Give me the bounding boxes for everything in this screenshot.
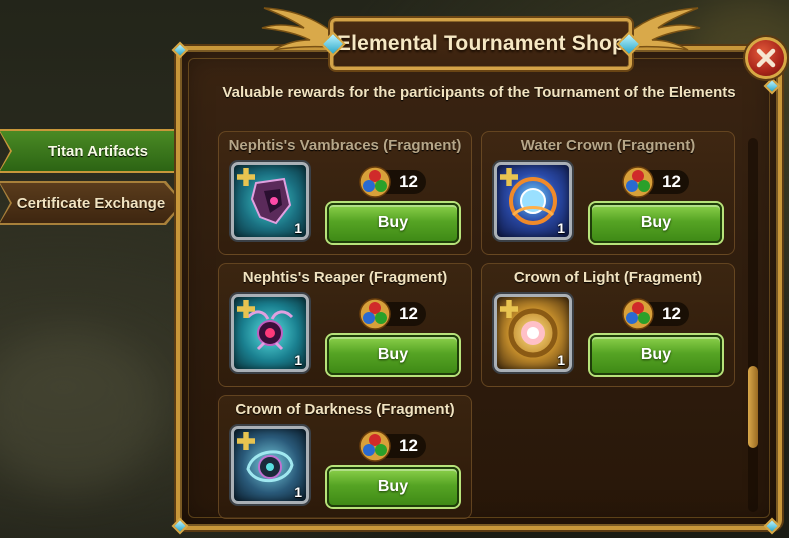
price-value: 12 <box>662 304 681 323</box>
shop-item-card: Water Crown (Fragment) 1 12 Buy <box>481 131 735 255</box>
buy-label: Buy <box>640 346 672 363</box>
item-name: Crown of Light (Fragment) <box>513 269 703 286</box>
scrollbar-track[interactable] <box>748 138 758 512</box>
buy-button[interactable]: Buy <box>327 467 459 507</box>
elemental-currency-icon <box>622 298 654 330</box>
price-value: 12 <box>399 436 418 455</box>
buy-label: Buy <box>640 214 672 231</box>
close-button[interactable] <box>745 37 787 79</box>
buy-button[interactable]: Buy <box>327 335 459 375</box>
item-name: Nephtis's Vambraces (Fragment) <box>228 137 462 154</box>
item-quantity: 1 <box>557 352 565 368</box>
shop-item-card: Crown of Light (Fragment) 1 12 Buy <box>481 263 735 387</box>
buy-button[interactable]: Buy <box>590 335 722 375</box>
price-value: 12 <box>399 304 418 323</box>
buy-button[interactable]: Buy <box>590 203 722 243</box>
item-quantity: 1 <box>557 220 565 236</box>
price-value: 12 <box>399 172 418 191</box>
buy-button[interactable]: Buy <box>327 203 459 243</box>
crown-of-darkness-icon[interactable]: 1 <box>231 426 309 504</box>
tab-certificate-exchange[interactable]: Certificate Exchange <box>0 183 182 223</box>
water-crown-icon[interactable]: 1 <box>494 162 572 240</box>
item-quantity: 1 <box>294 352 302 368</box>
vambraces-icon[interactable]: 1 <box>231 162 309 240</box>
reaper-icon[interactable]: 1 <box>231 294 309 372</box>
item-quantity: 1 <box>294 220 302 236</box>
tab-titan-artifacts[interactable]: Titan Artifacts <box>0 131 196 171</box>
shop-subtitle: Valuable rewards for the participants of… <box>222 84 736 101</box>
crown-of-light-icon[interactable]: 1 <box>494 294 572 372</box>
buy-label: Buy <box>377 478 409 495</box>
item-name: Crown of Darkness (Fragment) <box>235 401 455 418</box>
shop-item-card: Crown of Darkness (Fragment) 1 12 Buy <box>218 395 472 519</box>
price-value: 12 <box>662 172 681 191</box>
elemental-currency-icon <box>359 430 391 462</box>
item-name: Water Crown (Fragment) <box>520 137 696 154</box>
elemental-currency-icon <box>622 166 654 198</box>
scrollbar-thumb[interactable] <box>748 366 758 448</box>
buy-label: Buy <box>377 346 409 363</box>
elemental-currency-icon <box>359 298 391 330</box>
elemental-currency-icon <box>359 166 391 198</box>
shop-item-card: Nephtis's Reaper (Fragment) 1 12 Buy <box>218 263 472 387</box>
page-title: Elemental Tournament Shop <box>336 32 626 55</box>
buy-label: Buy <box>377 214 409 231</box>
title-banner: Elemental Tournament Shop <box>330 18 632 70</box>
shop-item-card: Nephtis's Vambraces (Fragment) 1 12 Buy <box>218 131 472 255</box>
tab-label: Certificate Exchange <box>16 194 166 212</box>
item-name: Nephtis's Reaper (Fragment) <box>242 269 448 286</box>
close-icon <box>756 48 776 68</box>
tab-label: Titan Artifacts <box>47 142 149 160</box>
background-scenery <box>0 330 160 490</box>
item-quantity: 1 <box>294 484 302 500</box>
